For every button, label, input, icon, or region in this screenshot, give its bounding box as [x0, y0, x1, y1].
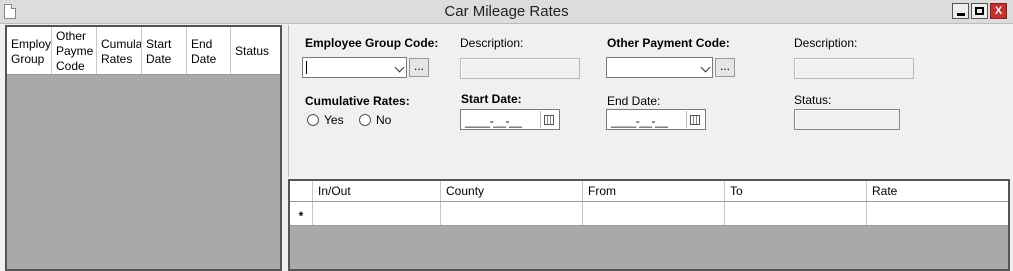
employee-group-lookup-button[interactable]: ...	[409, 58, 429, 77]
status-label: Status:	[794, 93, 832, 107]
column-start-date[interactable]: Start Date	[142, 27, 187, 74]
description-field-2	[794, 58, 914, 79]
start-date-field[interactable]: ____-__-__	[460, 109, 560, 130]
description-field	[460, 58, 580, 79]
description-label-2: Description:	[794, 36, 858, 50]
window-title: Car Mileage Rates	[444, 3, 569, 20]
description-label: Description:	[460, 36, 524, 50]
other-payment-code-label: Other Payment Code:	[607, 36, 730, 50]
maximize-icon	[975, 7, 984, 15]
column-from[interactable]: From	[583, 181, 725, 201]
radio-circle-icon	[359, 114, 371, 126]
calendar-icon	[690, 114, 700, 125]
cell-county[interactable]	[441, 202, 583, 225]
text-caret	[306, 61, 307, 74]
rates-grid[interactable]: In/Out County From To Rate *	[288, 179, 1010, 271]
new-row-marker[interactable]: *	[290, 202, 313, 225]
end-date-calendar-button[interactable]	[686, 111, 703, 128]
table-row[interactable]: *	[290, 202, 1008, 226]
close-button[interactable]: X	[990, 3, 1007, 19]
cumulative-no-label: No	[376, 113, 392, 127]
cell-to[interactable]	[725, 202, 867, 225]
detail-form: Employee Group Code: Description: Other …	[288, 25, 1010, 177]
minimize-icon	[956, 12, 965, 16]
end-date-label: End Date:	[607, 94, 661, 108]
cell-from[interactable]	[583, 202, 725, 225]
start-date-label: Start Date:	[461, 92, 522, 106]
end-date-mask: ____-__-__	[611, 114, 668, 128]
column-other-payment-code[interactable]: Other Payme Code	[52, 27, 97, 74]
column-county[interactable]: County	[441, 181, 583, 201]
close-icon: X	[994, 4, 1003, 17]
column-end-date[interactable]: End Date	[187, 27, 231, 74]
cumulative-yes-radio[interactable]: Yes	[307, 113, 344, 127]
radio-circle-icon	[307, 114, 319, 126]
column-to[interactable]: To	[725, 181, 867, 201]
cell-in-out[interactable]	[313, 202, 441, 225]
cumulative-rates-label: Cumulative Rates:	[305, 94, 410, 108]
minimize-button[interactable]	[952, 3, 969, 19]
employee-group-code-label: Employee Group Code:	[305, 36, 439, 50]
rates-grid-header: In/Out County From To Rate	[290, 181, 1008, 202]
column-rate[interactable]: Rate	[867, 181, 1008, 201]
column-employee-group[interactable]: Employ Group	[7, 27, 52, 74]
status-field	[794, 109, 900, 130]
rates-list-panel[interactable]: Employ Group Other Payme Code Cumula Rat…	[5, 25, 282, 271]
end-date-field[interactable]: ____-__-__	[606, 109, 706, 130]
column-in-out[interactable]: In/Out	[313, 181, 441, 201]
start-date-calendar-button[interactable]	[540, 111, 557, 128]
cell-rate[interactable]	[867, 202, 1008, 225]
column-status[interactable]: Status	[231, 27, 280, 74]
column-cumulative-rates[interactable]: Cumula Rates	[97, 27, 142, 74]
other-payment-code-combo[interactable]	[606, 57, 713, 78]
cumulative-yes-label: Yes	[324, 113, 344, 127]
maximize-button[interactable]	[971, 3, 988, 19]
employee-group-code-combo[interactable]	[302, 57, 407, 78]
start-date-mask: ____-__-__	[465, 114, 522, 128]
row-selector-header	[290, 181, 313, 201]
cumulative-no-radio[interactable]: No	[359, 113, 391, 127]
chevron-down-icon	[700, 62, 711, 73]
title-bar: Car Mileage Rates X	[0, 0, 1013, 24]
chevron-down-icon	[394, 62, 405, 73]
other-payment-lookup-button[interactable]: ...	[715, 58, 735, 77]
rates-list-header: Employ Group Other Payme Code Cumula Rat…	[7, 27, 280, 75]
calendar-icon	[544, 114, 554, 125]
